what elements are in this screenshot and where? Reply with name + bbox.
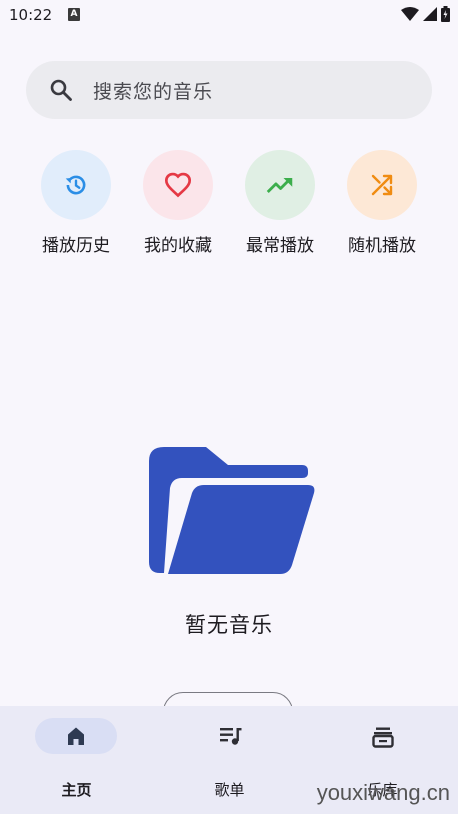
heart-icon-circle [143, 150, 213, 220]
heart-icon [164, 172, 192, 198]
watermark: youxiwang.cn [316, 780, 450, 805]
folder-open-icon [149, 447, 315, 574]
library-icon [372, 727, 394, 748]
signal-icon [423, 7, 437, 21]
playlist-icon [220, 728, 242, 745]
quick-action-label: 我的收藏 [144, 236, 212, 256]
home-icon [68, 727, 84, 745]
quick-action-most-played[interactable]: 最常播放 [230, 150, 330, 256]
empty-state-text: 暂无音乐 [185, 613, 273, 637]
wifi-icon [401, 7, 419, 21]
nav-label: 主页 [61, 781, 92, 799]
shuffle-icon-circle [347, 150, 417, 220]
shuffle-icon [371, 174, 393, 196]
quick-action-label: 最常播放 [246, 236, 314, 256]
trending-up-icon [266, 178, 293, 193]
nav-label: 歌单 [214, 781, 245, 799]
search-icon [50, 79, 72, 101]
search-bar[interactable]: 搜索您的音乐 [26, 61, 432, 119]
quick-action-label: 随机播放 [348, 236, 416, 256]
status-time: 10:22 [9, 6, 53, 24]
history-icon [65, 175, 86, 195]
battery-icon [441, 6, 450, 22]
status-bar: 10:22 A [0, 0, 458, 32]
status-icons [401, 6, 450, 22]
search-placeholder: 搜索您的音乐 [93, 81, 214, 103]
history-icon-circle [41, 150, 111, 220]
quick-action-label: 播放历史 [42, 236, 110, 256]
trending-up-icon-circle [245, 150, 315, 220]
notification-icon: A [68, 8, 80, 21]
quick-action-shuffle[interactable]: 随机播放 [332, 150, 432, 256]
quick-action-favorites[interactable]: 我的收藏 [128, 150, 228, 256]
nav-item-playlists[interactable]: 歌单 [153, 706, 306, 814]
nav-item-home[interactable]: 主页 [0, 706, 153, 814]
quick-action-history[interactable]: 播放历史 [26, 150, 126, 256]
